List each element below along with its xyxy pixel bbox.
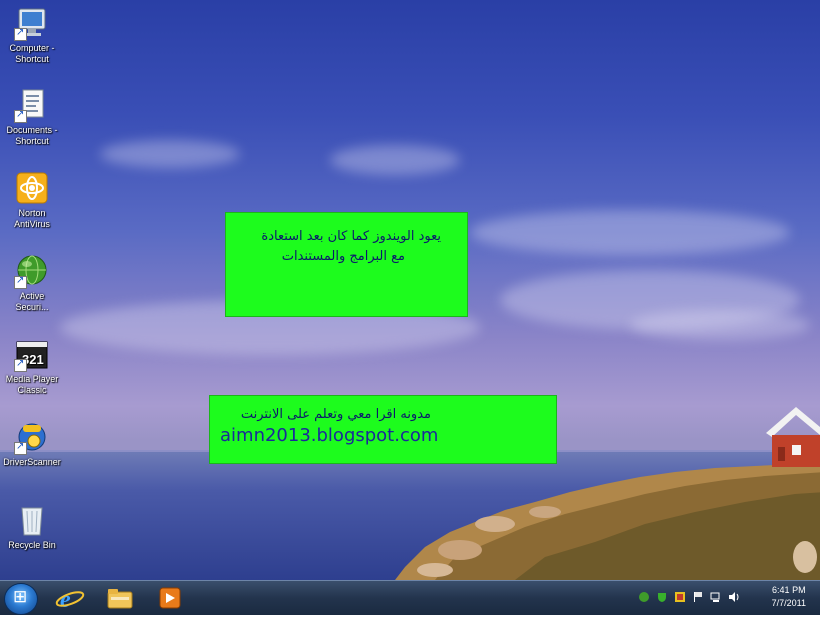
driverscanner-icon (14, 419, 50, 455)
desktop-icon-label: Recycle Bin (8, 540, 56, 550)
taskbar-clock[interactable]: 6:41 PM 7/7/2011 (772, 584, 806, 610)
desktop-icon-label: Media Player Classic (5, 374, 59, 395)
taskbar-internet-explorer[interactable]: e (50, 584, 90, 613)
clock-date: 7/7/2011 (771, 598, 806, 608)
desktop-icon-media-player-classic[interactable]: 321 Media Player Classic (0, 336, 64, 396)
network-icon[interactable] (710, 591, 722, 603)
norton-icon (14, 170, 50, 206)
desktop-icon-active-security[interactable]: Active Securi... (0, 253, 64, 313)
cliff-landscape (395, 462, 820, 580)
taskbar: e (0, 580, 820, 615)
taskbar-windows-explorer[interactable] (100, 584, 140, 612)
start-button[interactable] (4, 583, 38, 615)
security-tray-icon[interactable] (674, 591, 686, 603)
desktop-icon-documents[interactable]: Documents - Shortcut (0, 87, 64, 147)
documents-icon (14, 87, 50, 123)
desktop: Computer - Shortcut Documents - Shortcut… (0, 0, 820, 580)
note-text-line2: مع البرامج والمستندات (281, 249, 405, 264)
windows-explorer-icon (107, 589, 133, 609)
desktop-icon-label: Documents - Shortcut (6, 125, 58, 146)
blog-url: aimn2013.blogspot.com (220, 425, 439, 446)
desktop-icon-computer[interactable]: Computer - Shortcut (0, 5, 64, 65)
note-text-line1: مدونه اقرا معي وتعلم على الانترنت (240, 407, 431, 422)
volume-icon[interactable] (728, 591, 740, 603)
shield-tray-icon[interactable] (656, 591, 668, 603)
clock-time: 6:41 PM (772, 585, 806, 595)
media-player-icon: 321 (14, 336, 50, 372)
globe-icon (14, 253, 50, 289)
media-player-icon (159, 587, 181, 609)
desktop-icon-driverscanner[interactable]: DriverScanner (0, 419, 64, 468)
computer-icon (14, 5, 50, 41)
globe-tray-icon[interactable] (638, 591, 650, 603)
desktop-icon-label: Computer - Shortcut (9, 43, 55, 64)
internet-explorer-icon: e (55, 587, 85, 613)
desktop-icon-norton[interactable]: Norton AntiVirus (0, 170, 64, 230)
desktop-icon-recycle-bin[interactable]: Recycle Bin (0, 502, 64, 551)
annotation-note-blog: مدونه اقرا معي وتعلم على الانترنت aimn20… (209, 395, 557, 464)
desktop-icon-label: DriverScanner (3, 457, 61, 467)
red-house (766, 407, 820, 467)
annotation-note-restore: يعود الويندوز كما كان بعد استعادة مع الب… (225, 212, 468, 317)
note-text-line1: يعود الويندوز كما كان بعد استعادة (261, 229, 441, 244)
svg-text:e: e (60, 587, 71, 612)
system-tray: 6:41 PM 7/7/2011 (630, 581, 820, 615)
action-center-flag-icon[interactable] (692, 591, 704, 603)
desktop-icon-label: Norton AntiVirus (14, 208, 50, 229)
desktop-icon-label: Active Securi... (15, 291, 49, 312)
recycle-bin-icon (14, 502, 50, 538)
taskbar-media-player[interactable] (150, 584, 190, 612)
